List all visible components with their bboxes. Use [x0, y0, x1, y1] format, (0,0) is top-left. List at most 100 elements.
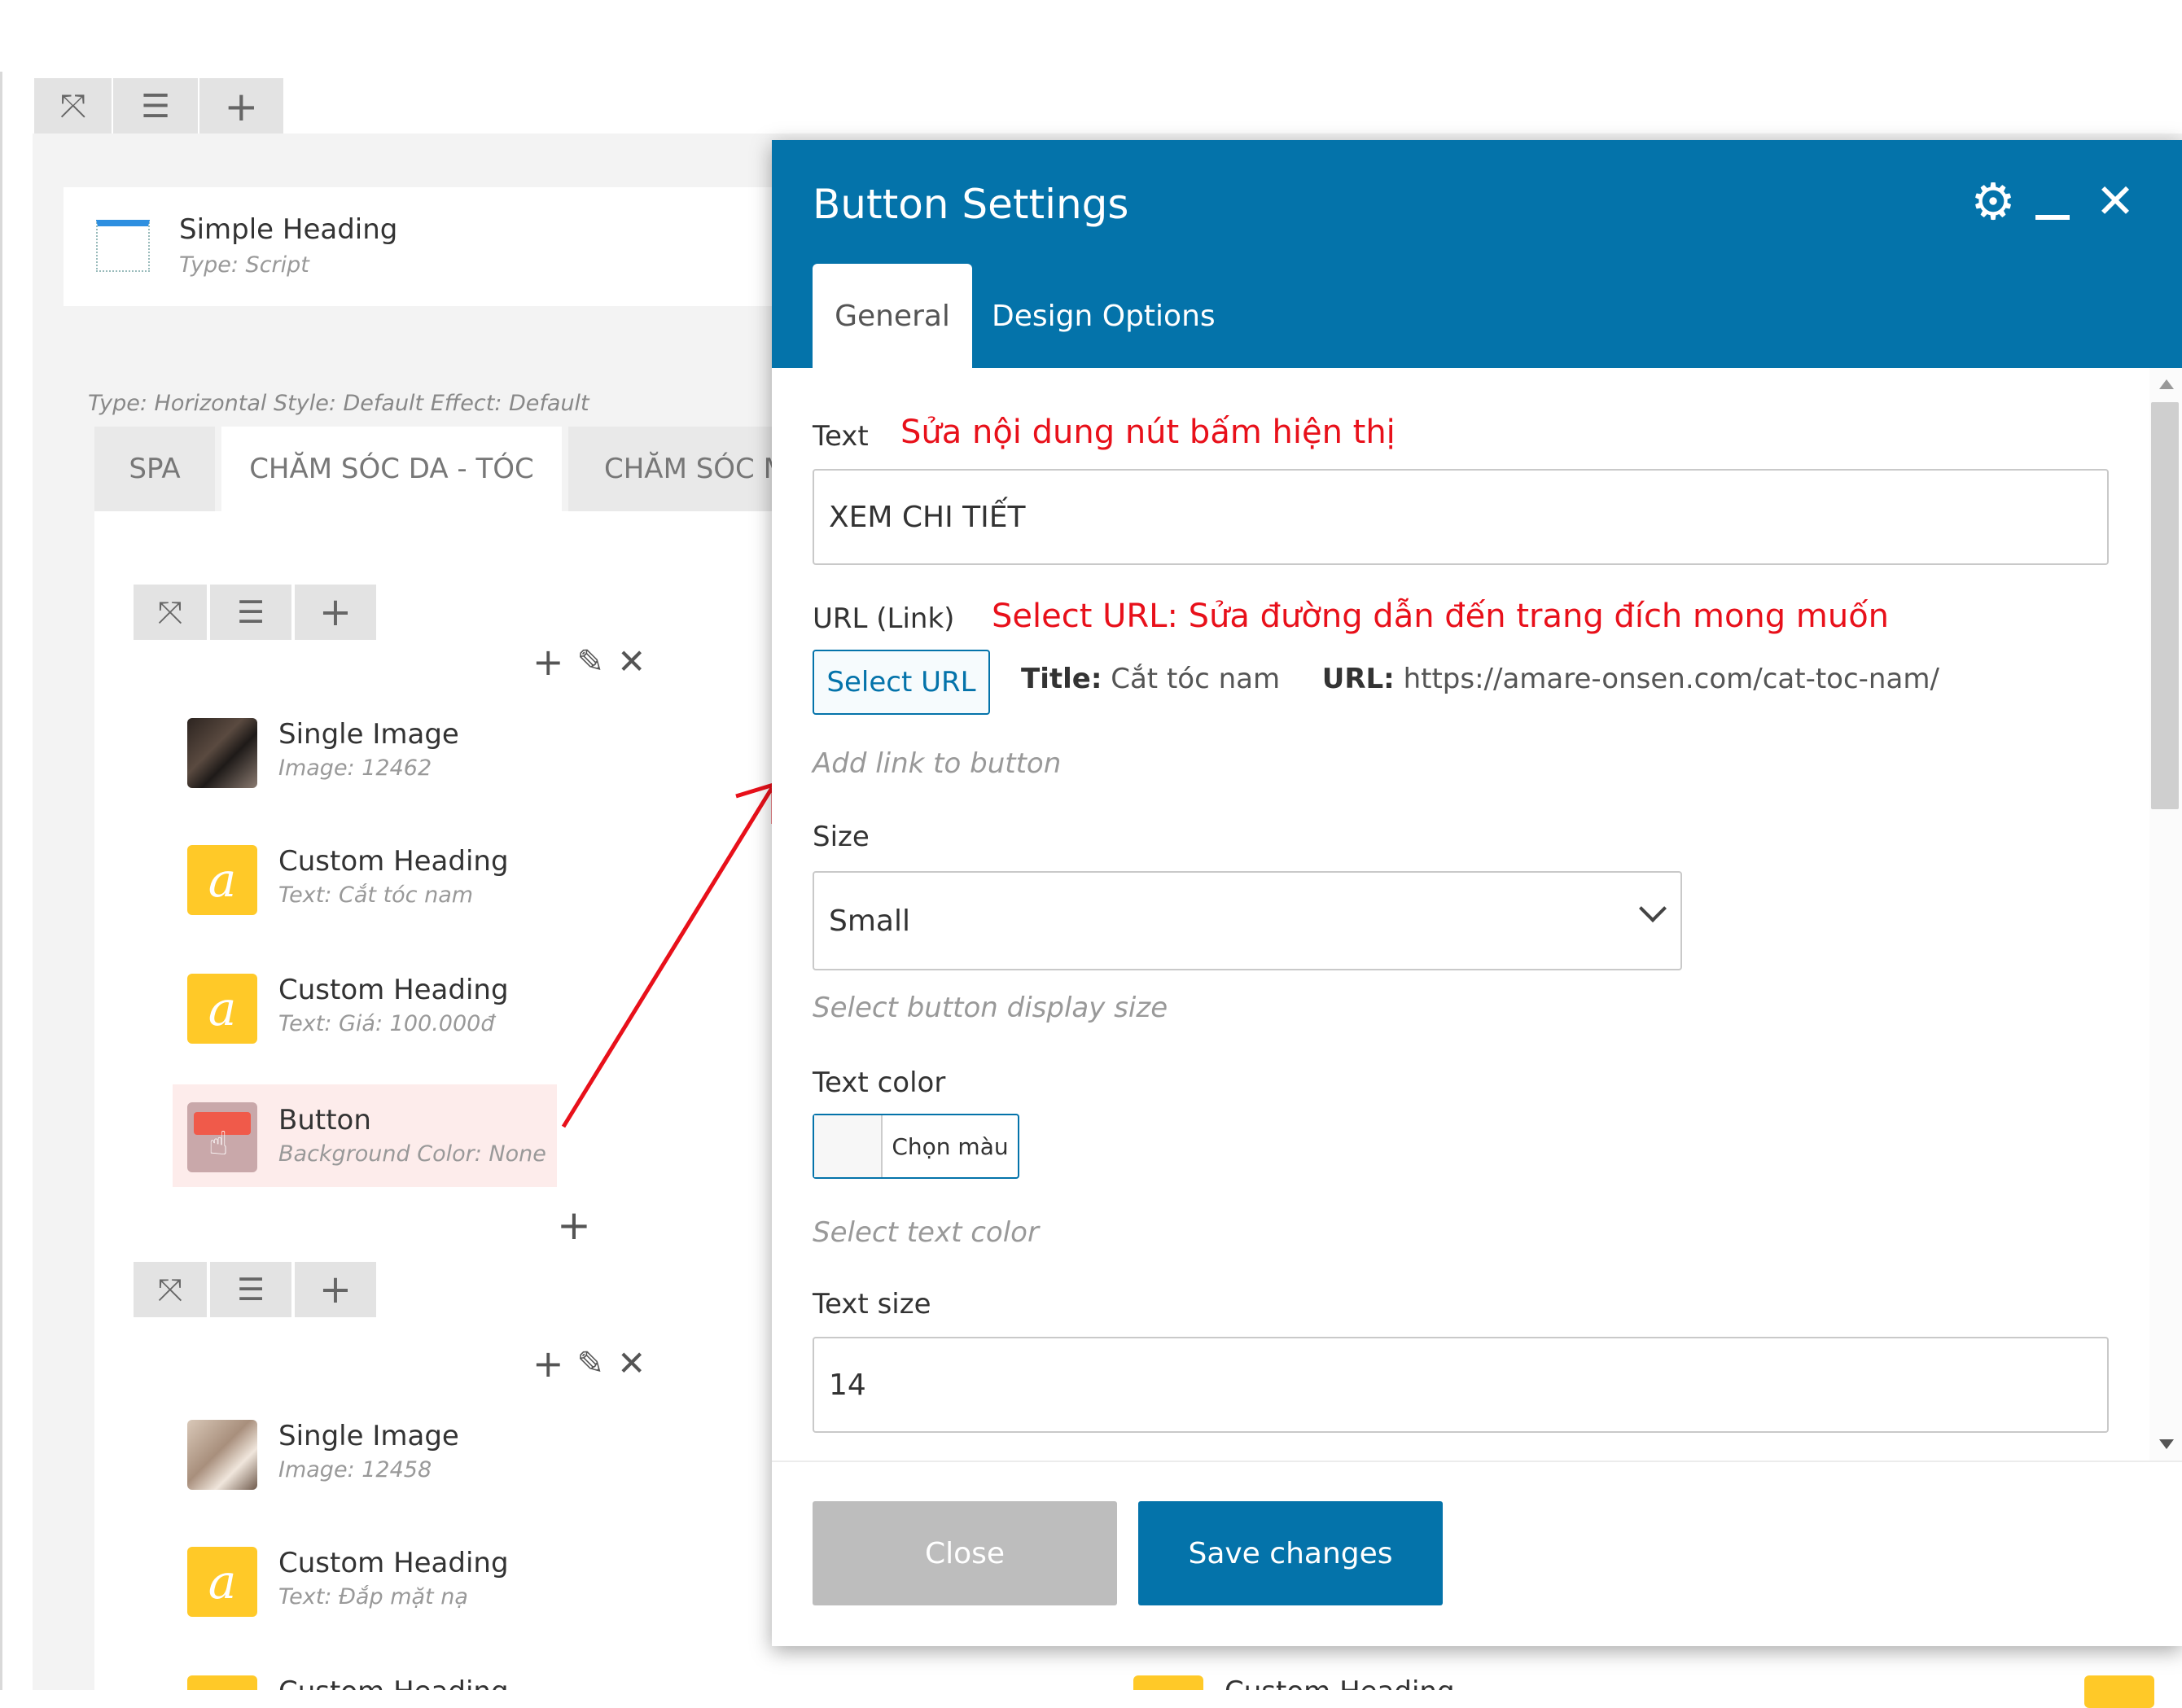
- custom-heading-icon: a: [187, 845, 257, 915]
- size-label: Size: [813, 821, 870, 853]
- scroll-down-arrow-icon[interactable]: [2159, 1439, 2174, 1449]
- element-custom-heading[interactable]: a Custom Heading Text: Cắt tóc nam: [173, 827, 661, 925]
- custom-heading-icon: [2084, 1675, 2154, 1708]
- modal-scrollbar-thumb[interactable]: [2151, 402, 2179, 809]
- url-value: https://amare-onsen.com/cat-toc-nam/: [1403, 663, 1939, 695]
- text-annotation: Sửa nội dung nút bấm hiện thị: [900, 414, 1396, 451]
- text-label: Text: [813, 420, 869, 453]
- text-color-label: Text color: [813, 1066, 946, 1099]
- element-subtitle: Text: Cắt tóc nam: [278, 882, 474, 908]
- column-controls: ⤧ ☰ +: [134, 585, 384, 640]
- text-size-input[interactable]: 14: [813, 1337, 2109, 1433]
- element-custom-heading[interactable]: a Custom Heading Text: Giá: 100.000đ: [173, 956, 661, 1053]
- column-move-handle[interactable]: ⤧: [134, 1262, 207, 1317]
- select-url-button[interactable]: Select URL: [813, 650, 990, 715]
- photo-icon: [187, 1420, 257, 1490]
- element-title: Single Image: [278, 718, 459, 751]
- modal-header: Button Settings ⚙ ✕ General Design Optio…: [772, 140, 2182, 368]
- element-title: Custom Heading: [278, 845, 509, 878]
- row-add-button[interactable]: +: [199, 78, 283, 135]
- element-title: Custom Heading: [1225, 1675, 1455, 1690]
- button-icon: ☝: [187, 1102, 257, 1172]
- column-layout-button[interactable]: ☰: [210, 585, 291, 640]
- url-help: Add link to button: [813, 747, 1062, 780]
- text-color-help: Select text color: [813, 1216, 1039, 1249]
- element-single-image[interactable]: Single Image Image: 12462: [173, 700, 661, 798]
- tab-design-options[interactable]: Design Options: [992, 264, 1216, 368]
- url-annotation: Select URL: Sửa đường dẫn đến trang đích…: [992, 598, 1890, 635]
- choose-color-button[interactable]: Chọn màu: [883, 1115, 1018, 1177]
- text-size-label: Text size: [813, 1288, 931, 1320]
- column-actions: + ✎ ✕: [532, 643, 646, 681]
- minimize-icon[interactable]: [2035, 215, 2070, 220]
- add-element-icon[interactable]: +: [532, 1345, 564, 1382]
- url-title-key: Title:: [1021, 663, 1102, 695]
- column-add-button[interactable]: +: [295, 1262, 376, 1317]
- page-left-border: [0, 72, 2, 1690]
- edit-pencil-icon[interactable]: ✎: [577, 1347, 605, 1380]
- text-input[interactable]: XEM CHI TIẾT: [813, 469, 2109, 565]
- element-subtitle: Background Color: None: [278, 1141, 546, 1167]
- move-arrows-icon: ⤧: [59, 88, 86, 125]
- size-help: Select button display size: [813, 992, 1168, 1024]
- element-subtitle: Text: Giá: 100.000đ: [278, 1011, 495, 1036]
- layout-lines-icon: ☰: [236, 1272, 265, 1307]
- size-select[interactable]: Small: [813, 871, 1682, 970]
- move-arrows-icon: ⤧: [157, 1271, 183, 1307]
- color-picker[interactable]: Chọn màu: [813, 1114, 1019, 1179]
- tabs-meta-text: Type: Horizontal Style: Default Effect: …: [88, 391, 589, 416]
- add-element-icon[interactable]: +: [532, 643, 564, 681]
- color-swatch: [814, 1115, 883, 1177]
- add-element-icon[interactable]: +: [557, 1205, 591, 1246]
- close-button[interactable]: Close: [813, 1501, 1117, 1605]
- element-title: Button: [278, 1104, 371, 1136]
- plus-icon: +: [318, 1267, 353, 1312]
- element-subtitle: Text: Đắp mặt nạ: [278, 1584, 468, 1609]
- column-add-button[interactable]: +: [295, 585, 376, 640]
- layout-lines-icon: ☰: [141, 88, 170, 125]
- custom-heading-icon: a: [187, 974, 257, 1044]
- delete-x-icon[interactable]: ✕: [617, 1347, 646, 1381]
- element-button-highlighted[interactable]: ☝ Button Background Color: None: [173, 1084, 557, 1187]
- url-title-value: Cắt tóc nam: [1111, 663, 1281, 695]
- tab-spa[interactable]: SPA: [94, 427, 215, 511]
- save-changes-button[interactable]: Save changes: [1138, 1501, 1443, 1605]
- element-title: Custom Heading: [278, 1675, 509, 1690]
- element-subtitle: Image: 12462: [278, 755, 432, 781]
- tab-cham-soc-m[interactable]: CHĂM SÓC M: [568, 427, 780, 511]
- row-move-handle[interactable]: ⤧: [34, 78, 112, 135]
- delete-x-icon[interactable]: ✕: [617, 645, 646, 679]
- simple-heading-element[interactable]: Simple Heading Type: Script: [64, 187, 796, 306]
- tab-cham-soc-da-toc[interactable]: CHĂM SÓC DA - TÓC: [221, 427, 562, 511]
- plus-icon: +: [318, 589, 353, 635]
- modal-footer-divider: [772, 1461, 2182, 1462]
- column-controls: ⤧ ☰ +: [134, 1262, 384, 1317]
- custom-heading-icon: a: [187, 1675, 257, 1690]
- url-label: URL (Link): [813, 602, 955, 635]
- tab-general[interactable]: General: [813, 264, 972, 368]
- gear-icon[interactable]: ⚙: [1969, 172, 2018, 231]
- move-arrows-icon: ⤧: [157, 593, 183, 630]
- button-settings-modal: Button Settings ⚙ ✕ General Design Optio…: [772, 140, 2182, 1646]
- element-title: Single Image: [278, 1420, 459, 1452]
- element-custom-heading[interactable]: a Custom Heading: [173, 1658, 661, 1690]
- url-info: Title: Cắt tóc nam URL: https://amare-on…: [1021, 663, 1939, 695]
- modal-title: Button Settings: [813, 181, 1129, 228]
- element-subtitle: Image: 12458: [278, 1457, 432, 1482]
- close-icon[interactable]: ✕: [2091, 173, 2140, 230]
- column-move-handle[interactable]: ⤧: [134, 585, 207, 640]
- simple-heading-title: Simple Heading: [179, 213, 398, 246]
- scroll-up-arrow-icon[interactable]: [2159, 379, 2174, 389]
- element-single-image[interactable]: Single Image Image: 12458: [173, 1402, 661, 1500]
- simple-heading-subtitle: Type: Script: [179, 252, 309, 278]
- element-custom-heading[interactable]: Custom Heading: [1133, 1658, 1622, 1690]
- element-custom-heading[interactable]: a Custom Heading Text: Đắp mặt nạ: [173, 1529, 661, 1627]
- row-layout-button[interactable]: ☰: [113, 78, 198, 135]
- custom-heading-icon: [1133, 1675, 1203, 1690]
- edit-pencil-icon[interactable]: ✎: [577, 646, 605, 678]
- custom-heading-icon: a: [187, 1547, 257, 1617]
- element-title: Custom Heading: [278, 1547, 509, 1579]
- simple-heading-icon: [96, 220, 150, 272]
- plus-icon: +: [224, 83, 259, 130]
- column-layout-button[interactable]: ☰: [210, 1262, 291, 1317]
